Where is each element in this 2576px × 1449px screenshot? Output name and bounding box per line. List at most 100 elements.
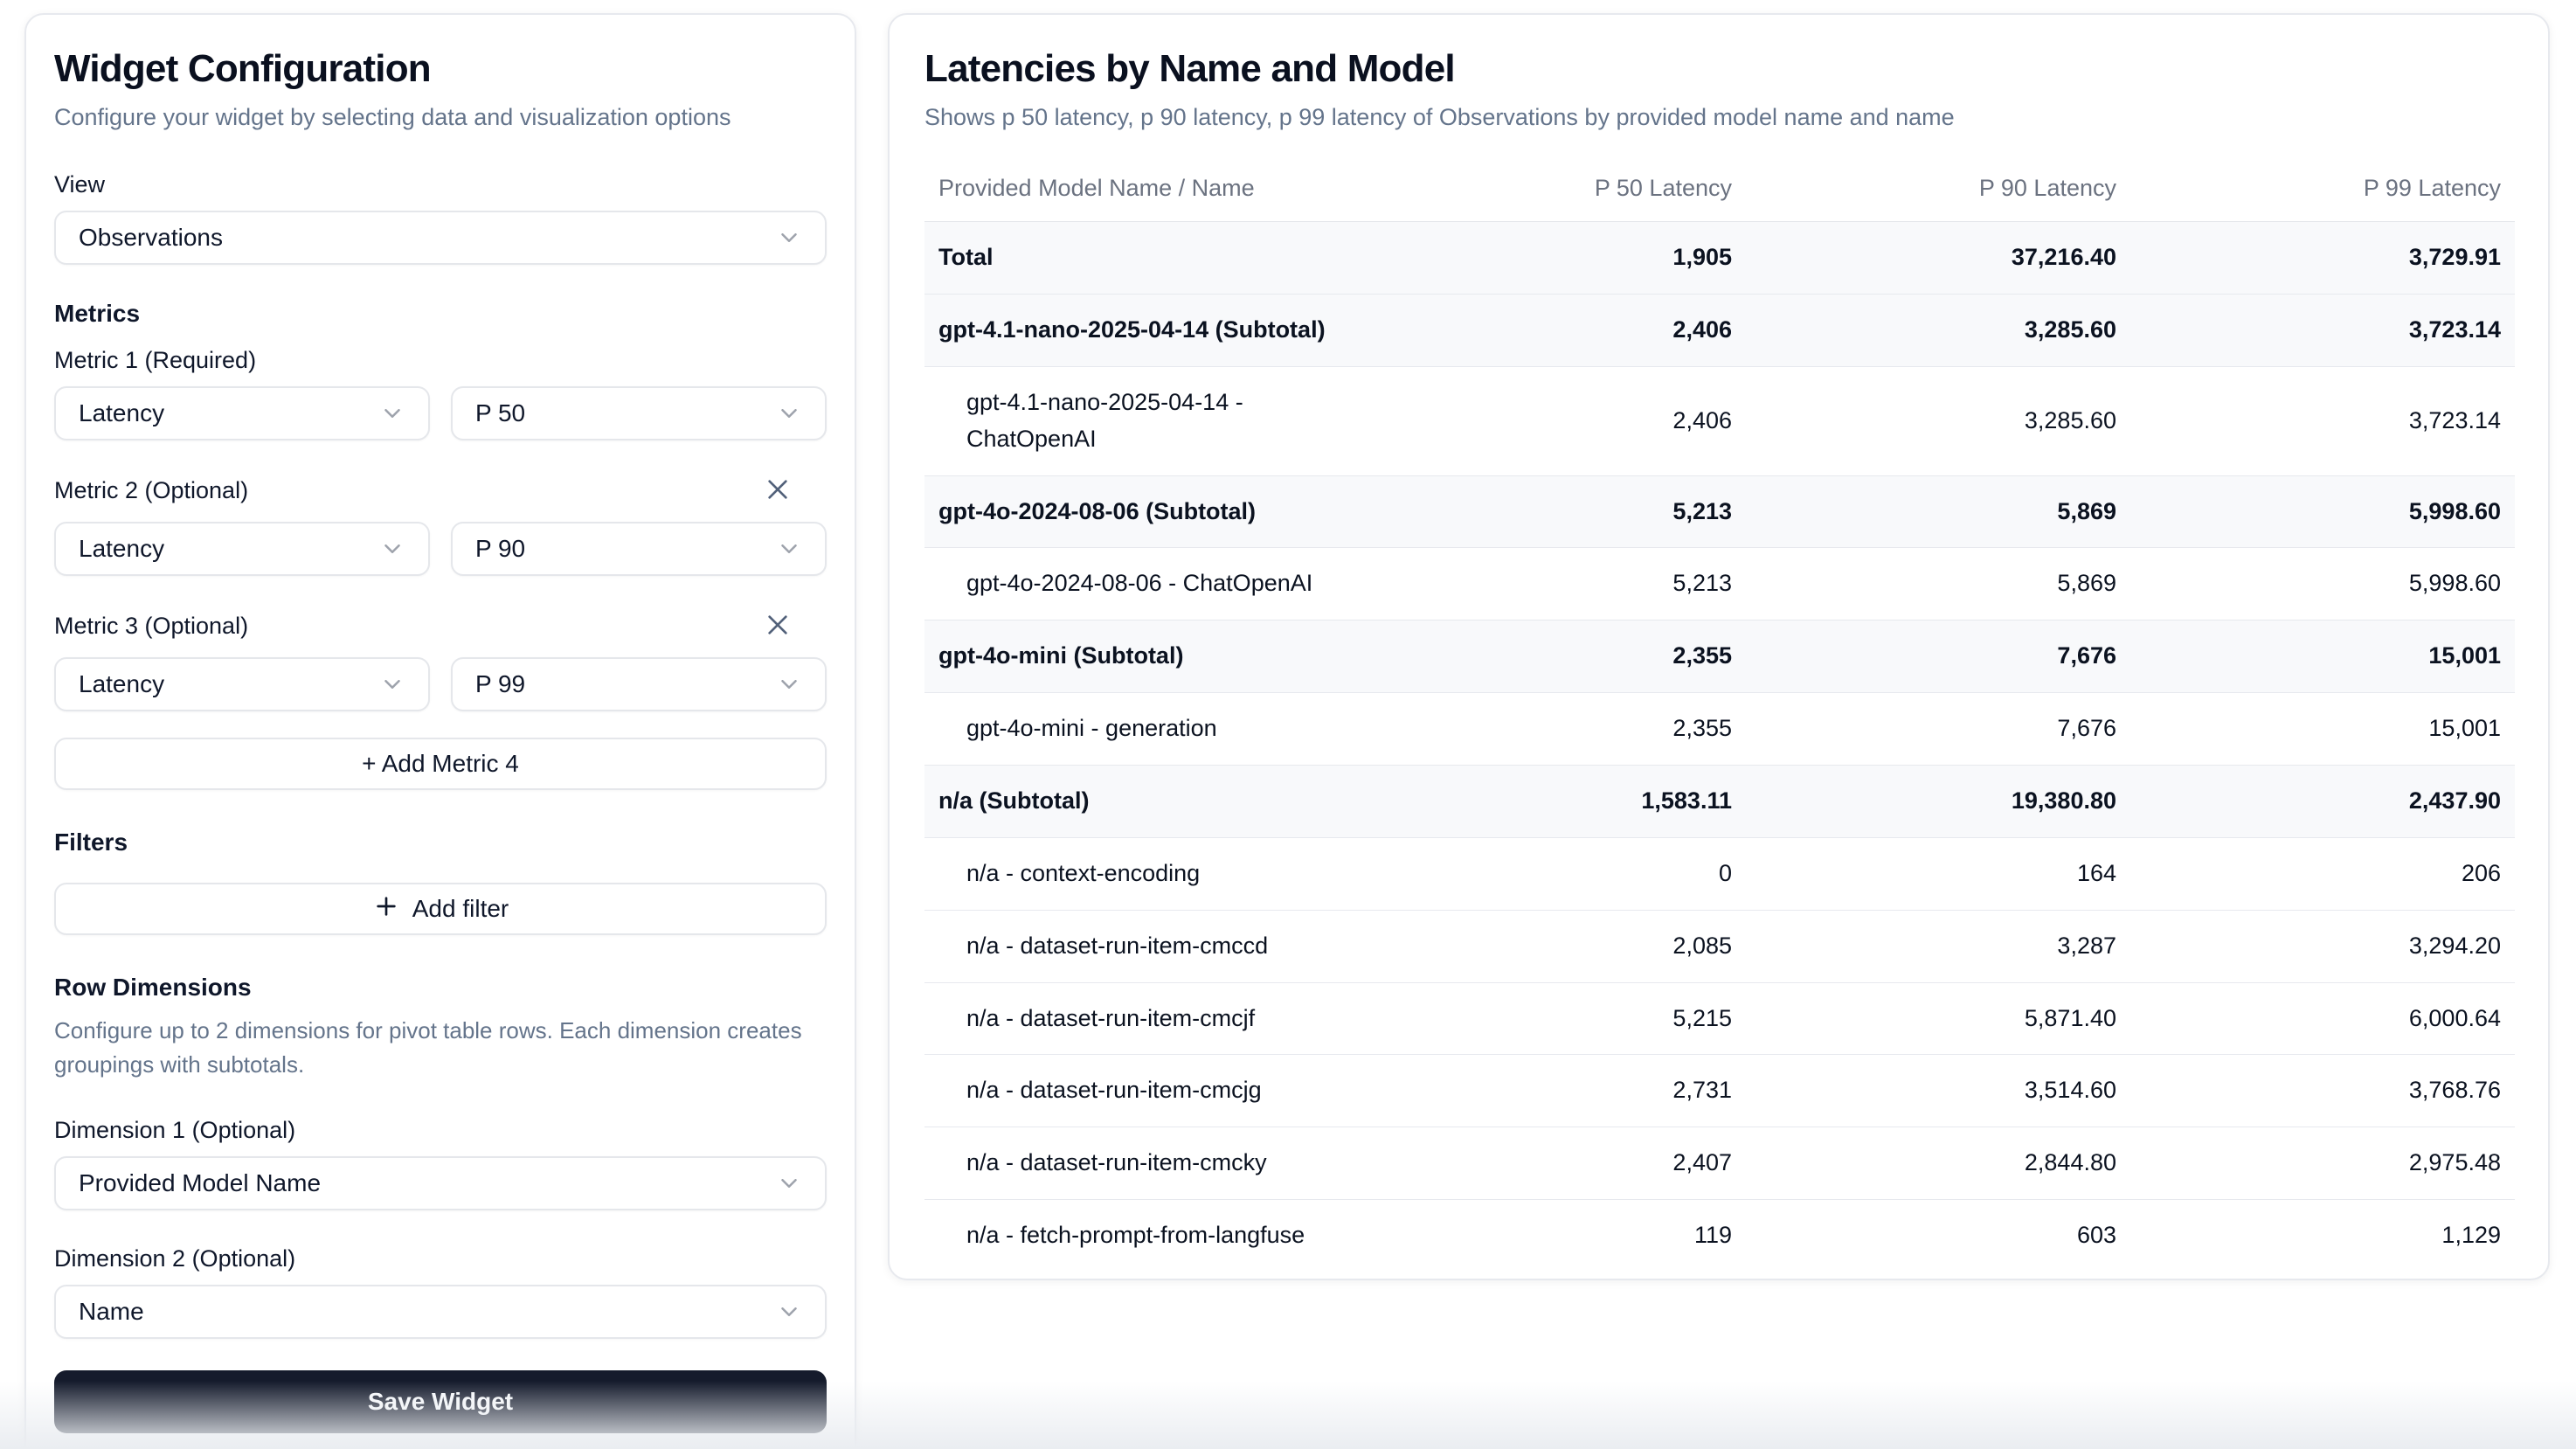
column-header-p50: P 50 Latency bbox=[1361, 163, 1746, 222]
row-p90: 603 bbox=[1746, 1200, 2130, 1272]
row-p90: 3,514.60 bbox=[1746, 1055, 2130, 1127]
row-dimensions-description: Configure up to 2 dimensions for pivot t… bbox=[54, 1014, 816, 1082]
metric-2-header: Metric 2 (Optional) bbox=[54, 472, 827, 510]
add-metric-button[interactable]: + Add Metric 4 bbox=[54, 738, 827, 790]
filters-heading: Filters bbox=[54, 828, 827, 856]
column-header-name: Provided Model Name / Name bbox=[924, 163, 1361, 222]
widget-builder-page: Widget Configuration Configure your widg… bbox=[0, 0, 2576, 1449]
row-name: n/a - dataset-run-item-cmcjg bbox=[924, 1055, 1361, 1127]
metric-2-measure-select[interactable]: Latency bbox=[54, 522, 430, 576]
metric-3-measure-select[interactable]: Latency bbox=[54, 657, 430, 711]
dimension-1-select[interactable]: Provided Model Name bbox=[54, 1156, 827, 1210]
dimension-2-value: Name bbox=[79, 1298, 144, 1326]
row-p50: 2,407 bbox=[1361, 1127, 1746, 1200]
row-p90: 5,869 bbox=[1746, 475, 2130, 548]
remove-metric-2-button[interactable] bbox=[760, 472, 795, 510]
row-p50: 5,213 bbox=[1361, 475, 1746, 548]
row-p99: 3,768.76 bbox=[2130, 1055, 2515, 1127]
widget-configuration-card: Widget Configuration Configure your widg… bbox=[24, 13, 856, 1449]
row-p50: 2,731 bbox=[1361, 1055, 1746, 1127]
view-select-value: Observations bbox=[79, 224, 223, 252]
table-row: n/a - dataset-run-item-cmcjg 2,731 3,514… bbox=[924, 1055, 2515, 1127]
table-row-total: Total 1,905 37,216.40 3,729.91 bbox=[924, 222, 2515, 295]
row-p50: 119 bbox=[1361, 1200, 1746, 1272]
metric-2-row: Latency P 90 bbox=[54, 522, 827, 576]
table-row: n/a - dataset-run-item-cmcky 2,407 2,844… bbox=[924, 1127, 2515, 1200]
chevron-down-icon bbox=[776, 536, 802, 562]
metric-2-measure-value: Latency bbox=[79, 535, 164, 563]
metric-1-row: Latency P 50 bbox=[54, 386, 827, 440]
row-p50: 1,905 bbox=[1361, 222, 1746, 295]
metric-1-aggregation-value: P 50 bbox=[475, 399, 525, 427]
remove-metric-3-button[interactable] bbox=[760, 607, 795, 645]
table-row-subtotal: gpt-4o-mini (Subtotal) 2,355 7,676 15,00… bbox=[924, 621, 2515, 693]
add-filter-label: Add filter bbox=[412, 895, 509, 923]
row-p50: 5,213 bbox=[1361, 548, 1746, 621]
view-label: View bbox=[54, 171, 827, 198]
row-p90: 3,287 bbox=[1746, 910, 2130, 982]
dimension-2-select[interactable]: Name bbox=[54, 1285, 827, 1339]
table-row-subtotal: gpt-4.1-nano-2025-04-14 (Subtotal) 2,406… bbox=[924, 295, 2515, 367]
save-widget-button[interactable]: Save Widget bbox=[54, 1370, 827, 1433]
row-p50: 1,583.11 bbox=[1361, 765, 1746, 837]
row-p99: 15,001 bbox=[2130, 621, 2515, 693]
row-p99: 5,998.60 bbox=[2130, 548, 2515, 621]
metric-1-aggregation-select[interactable]: P 50 bbox=[451, 386, 827, 440]
row-name: Total bbox=[924, 222, 1361, 295]
row-p99: 2,975.48 bbox=[2130, 1127, 2515, 1200]
view-select[interactable]: Observations bbox=[54, 211, 827, 265]
row-p50: 2,085 bbox=[1361, 910, 1746, 982]
preview-title: Latencies by Name and Model bbox=[924, 46, 2515, 93]
chevron-down-icon bbox=[776, 671, 802, 697]
row-p99: 3,729.91 bbox=[2130, 222, 2515, 295]
row-name: n/a - context-encoding bbox=[924, 837, 1361, 910]
row-p90: 7,676 bbox=[1746, 621, 2130, 693]
table-row: n/a - dataset-run-item-cmccd 2,085 3,287… bbox=[924, 910, 2515, 982]
metric-3-header: Metric 3 (Optional) bbox=[54, 607, 827, 645]
table-row: n/a - context-encoding 0 164 206 bbox=[924, 837, 2515, 910]
add-filter-button[interactable]: Add filter bbox=[54, 883, 827, 935]
row-p90: 37,216.40 bbox=[1746, 222, 2130, 295]
dimension-1-value: Provided Model Name bbox=[79, 1169, 321, 1197]
table-row-subtotal: gpt-4o-2024-08-06 (Subtotal) 5,213 5,869… bbox=[924, 475, 2515, 548]
row-name: gpt-4.1-nano-2025-04-14 - ChatOpenAI bbox=[924, 366, 1361, 475]
row-p99: 5,998.60 bbox=[2130, 475, 2515, 548]
chevron-down-icon bbox=[776, 225, 802, 251]
preview-subtitle: Shows p 50 latency, p 90 latency, p 99 l… bbox=[924, 101, 2515, 133]
row-name: n/a - fetch-prompt-from-langfuse bbox=[924, 1200, 1361, 1272]
row-p50: 5,215 bbox=[1361, 982, 1746, 1055]
table-header-row: Provided Model Name / Name P 50 Latency … bbox=[924, 163, 2515, 222]
row-p90: 5,869 bbox=[1746, 548, 2130, 621]
plus-icon bbox=[372, 892, 400, 926]
metric-2-aggregation-select[interactable]: P 90 bbox=[451, 522, 827, 576]
row-p90: 7,676 bbox=[1746, 693, 2130, 766]
chevron-down-icon bbox=[776, 400, 802, 426]
row-name: n/a - dataset-run-item-cmccd bbox=[924, 910, 1361, 982]
chevron-down-icon bbox=[776, 1170, 802, 1196]
metric-3-aggregation-select[interactable]: P 99 bbox=[451, 657, 827, 711]
chevron-down-icon bbox=[379, 536, 405, 562]
row-p99: 206 bbox=[2130, 837, 2515, 910]
table-row: gpt-4o-mini - generation 2,355 7,676 15,… bbox=[924, 693, 2515, 766]
row-p90: 3,285.60 bbox=[1746, 295, 2130, 367]
row-p90: 19,380.80 bbox=[1746, 765, 2130, 837]
column-header-p99: P 99 Latency bbox=[2130, 163, 2515, 222]
pivot-table: Provided Model Name / Name P 50 Latency … bbox=[924, 163, 2515, 1272]
row-p90: 3,285.60 bbox=[1746, 366, 2130, 475]
metric-1-measure-select[interactable]: Latency bbox=[54, 386, 430, 440]
row-name: n/a (Subtotal) bbox=[924, 765, 1361, 837]
row-p99: 3,723.14 bbox=[2130, 295, 2515, 367]
metric-3-aggregation-value: P 99 bbox=[475, 670, 525, 698]
row-p99: 3,723.14 bbox=[2130, 366, 2515, 475]
row-name: n/a - dataset-run-item-cmcky bbox=[924, 1127, 1361, 1200]
page-subtitle: Configure your widget by selecting data … bbox=[54, 101, 827, 133]
row-dimensions-heading: Row Dimensions bbox=[54, 974, 827, 1002]
row-p90: 5,871.40 bbox=[1746, 982, 2130, 1055]
row-p50: 2,406 bbox=[1361, 295, 1746, 367]
metric-3-measure-value: Latency bbox=[79, 670, 164, 698]
metric-3-label: Metric 3 (Optional) bbox=[54, 613, 248, 640]
row-name: gpt-4o-mini (Subtotal) bbox=[924, 621, 1361, 693]
table-row: n/a - fetch-prompt-from-langfuse 119 603… bbox=[924, 1200, 2515, 1272]
table-row: n/a - dataset-run-item-cmcjf 5,215 5,871… bbox=[924, 982, 2515, 1055]
column-header-p90: P 90 Latency bbox=[1746, 163, 2130, 222]
